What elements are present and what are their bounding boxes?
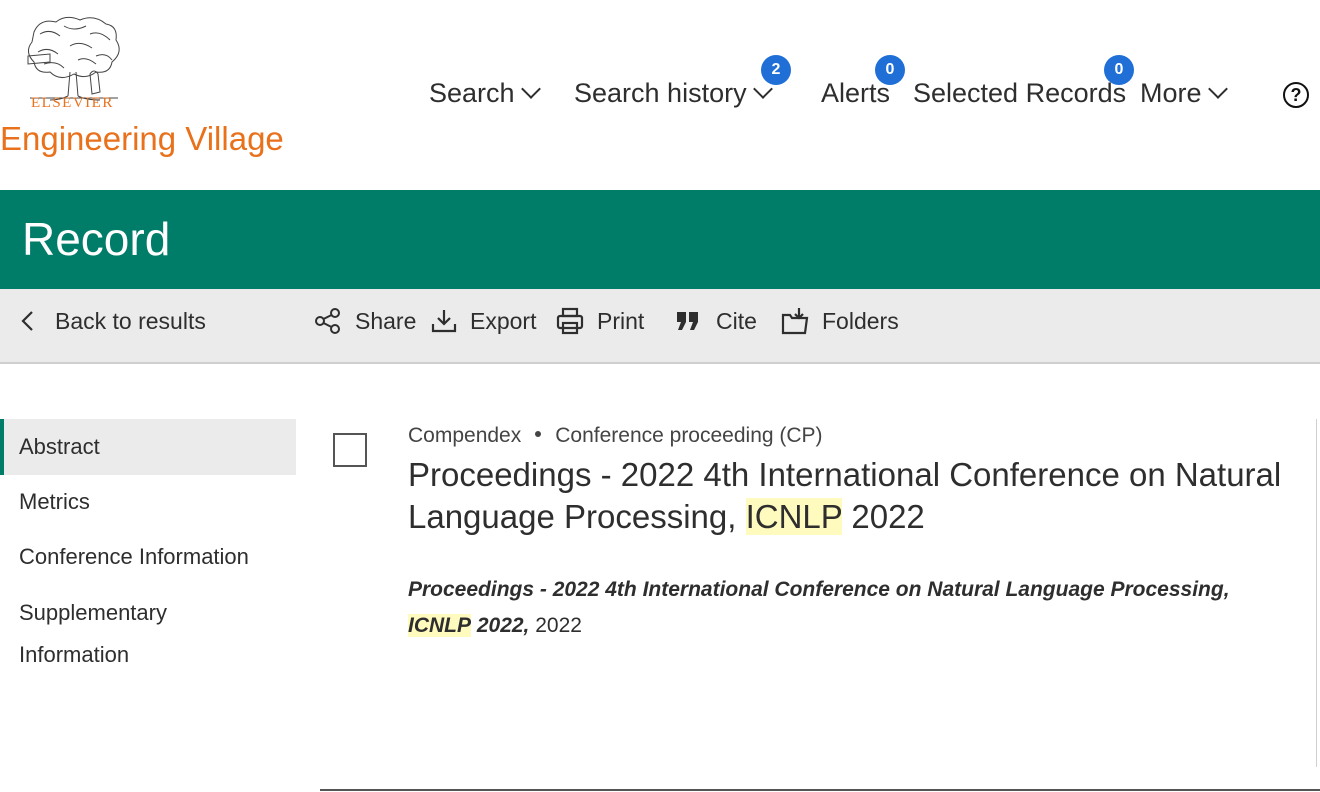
chevron-down-icon xyxy=(520,78,541,99)
document-type: Conference proceeding (CP) xyxy=(555,424,823,447)
nav-search[interactable]: Search xyxy=(429,78,541,109)
download-icon xyxy=(431,310,457,333)
page-title-band xyxy=(0,190,1320,289)
sidebar-item-metrics[interactable]: Metrics xyxy=(0,489,296,515)
publication-year: 2022 xyxy=(535,614,582,637)
search-term-highlight: ICNLP xyxy=(745,498,843,535)
nav-search-history-label: Search history xyxy=(574,78,747,108)
help-icon[interactable]: ? xyxy=(1283,82,1309,108)
product-name[interactable]: Engineering Village xyxy=(0,120,284,158)
chevron-left-icon xyxy=(21,311,33,331)
search-term-highlight: ICNLP xyxy=(408,614,471,637)
nav-selected-records-label: Selected Records xyxy=(913,78,1127,108)
nav-more[interactable]: More xyxy=(1140,78,1228,109)
sidebar-item-label: Metrics xyxy=(19,489,90,514)
folder-add-icon xyxy=(781,308,809,335)
nav-selected-records[interactable]: Selected Records xyxy=(913,78,1126,109)
back-to-results-link[interactable]: Back to results xyxy=(18,305,206,337)
record-title-year: 2022 xyxy=(851,498,925,535)
nav-search-history[interactable]: Search history xyxy=(574,78,773,109)
cite-label: Cite xyxy=(716,307,757,334)
share-button[interactable]: Share xyxy=(314,305,416,337)
select-record-checkbox[interactable] xyxy=(333,433,367,467)
content-divider xyxy=(1316,419,1317,767)
record-meta: Compendex Conference proceeding (CP) xyxy=(408,424,823,448)
share-icon xyxy=(315,308,340,334)
print-label: Print xyxy=(597,307,645,334)
sidebar-item-label: Supplementary xyxy=(19,600,167,625)
cite-button[interactable]: Cite xyxy=(675,305,757,337)
sidebar-item-label: Information xyxy=(19,642,130,667)
folders-button[interactable]: Folders xyxy=(781,305,899,337)
nav-search-label: Search xyxy=(429,78,515,108)
share-label: Share xyxy=(355,307,417,334)
sidebar-item-supplementary-information[interactable]: Supplementary Information xyxy=(0,598,296,682)
record-title: Proceedings - 2022 4th International Con… xyxy=(408,454,1308,538)
printer-icon xyxy=(556,307,584,335)
folders-label: Folders xyxy=(822,307,899,334)
nav-alerts-label: Alerts xyxy=(821,78,891,108)
print-button[interactable]: Print xyxy=(555,305,644,337)
export-label: Export xyxy=(470,307,537,334)
selected-records-count-badge: 0 xyxy=(1104,55,1134,85)
record-source: Proceedings - 2022 4th International Con… xyxy=(408,572,1288,644)
sidebar-item-conference-information[interactable]: Conference Information xyxy=(0,544,296,570)
search-history-count-badge: 2 xyxy=(761,55,791,85)
nav-more-label: More xyxy=(1140,78,1202,108)
nav-alerts[interactable]: Alerts xyxy=(821,78,890,109)
record-title-text: Proceedings - 2022 4th International Con… xyxy=(408,456,1282,535)
export-button[interactable]: Export xyxy=(430,305,536,337)
elsevier-wordmark: ELSEVIER xyxy=(31,95,114,111)
separator-dot xyxy=(535,431,542,438)
source-title-year: 2022, xyxy=(476,614,530,637)
sidebar-item-label: Abstract xyxy=(19,434,100,459)
source-title: Proceedings - 2022 4th International Con… xyxy=(408,578,1230,601)
alerts-count-badge: 0 xyxy=(875,55,905,85)
sidebar-item-label: Conference Information xyxy=(19,544,249,569)
database-name: Compendex xyxy=(408,424,522,447)
sidebar-item-abstract[interactable]: Abstract xyxy=(0,419,296,475)
quote-icon xyxy=(677,312,698,330)
page-title: Record xyxy=(22,213,171,265)
back-to-results-label: Back to results xyxy=(55,307,206,334)
chevron-down-icon xyxy=(1207,78,1228,99)
section-divider xyxy=(320,789,1320,791)
